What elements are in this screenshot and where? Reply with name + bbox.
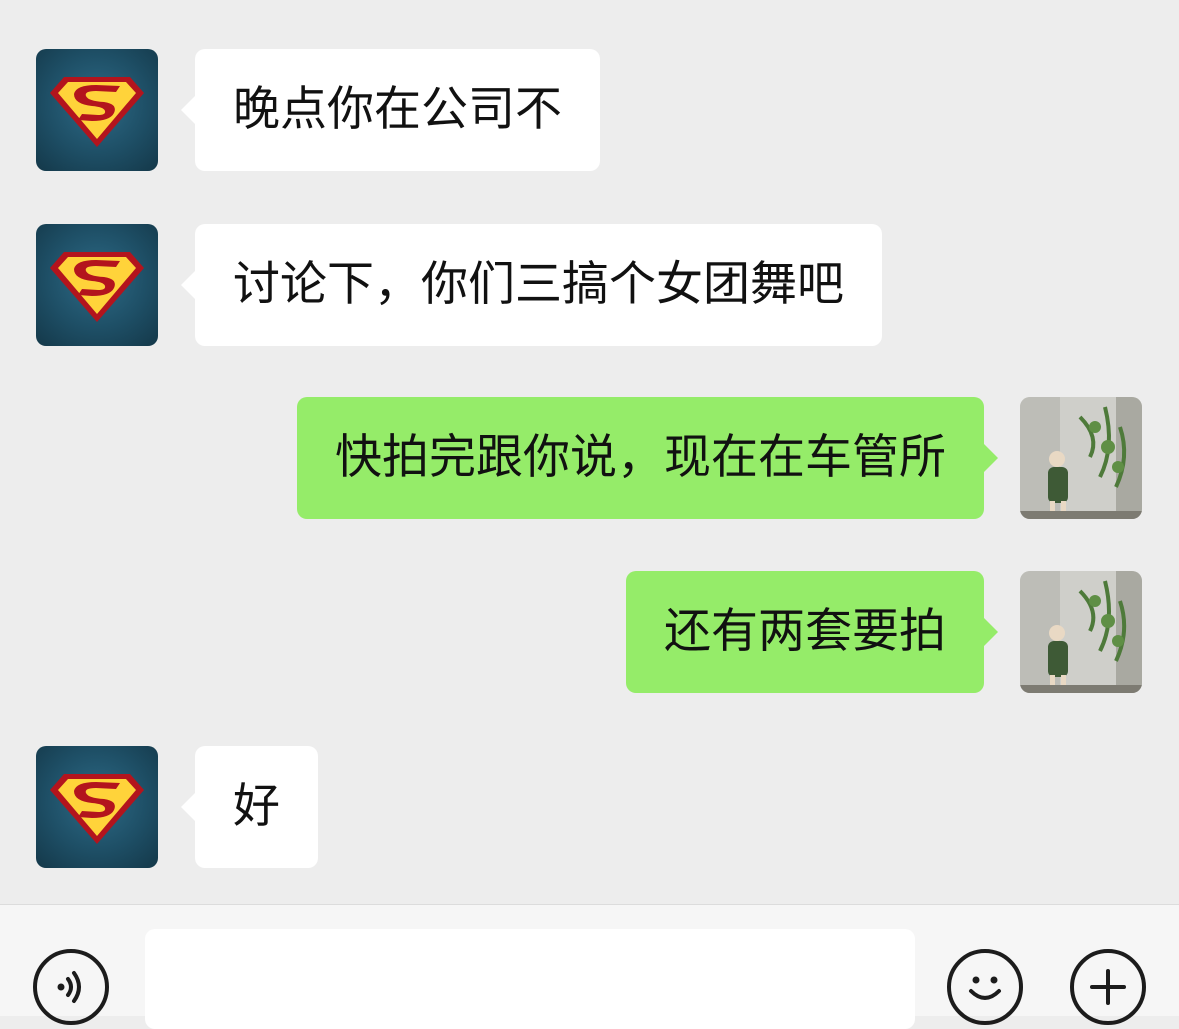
message-bubble[interactable]: 好 xyxy=(181,746,318,868)
superman-logo-avatar[interactable] xyxy=(36,746,158,868)
message-bubble[interactable]: 快拍完跟你说，现在在车管所 xyxy=(297,397,998,519)
message-bubble[interactable]: 讨论下，你们三搞个女团舞吧 xyxy=(181,224,882,346)
message-input[interactable] xyxy=(145,929,915,1029)
voice-icon[interactable] xyxy=(33,949,109,1025)
chat-input-bar xyxy=(0,904,1179,1029)
girl-photo-avatar[interactable] xyxy=(1020,397,1142,519)
message-row-incoming: 晚点你在公司不 xyxy=(0,49,1179,173)
plus-icon[interactable] xyxy=(1070,949,1146,1025)
message-row-outgoing: 还有两套要拍 xyxy=(0,571,1179,695)
message-row-outgoing: 快拍完跟你说，现在在车管所 xyxy=(0,397,1179,521)
message-bubble[interactable]: 晚点你在公司不 xyxy=(181,49,600,171)
superman-logo-avatar[interactable] xyxy=(36,224,158,346)
message-row-incoming: 好 xyxy=(0,746,1179,870)
message-bubble[interactable]: 还有两套要拍 xyxy=(626,571,998,693)
superman-logo-avatar[interactable] xyxy=(36,49,158,171)
chat-message-list[interactable]: 晚点你在公司不 讨论下，你们三搞个女团舞吧 快拍完跟你说，现在在车管所 还有两套… xyxy=(0,0,1179,904)
message-row-incoming: 讨论下，你们三搞个女团舞吧 xyxy=(0,224,1179,348)
emoji-icon[interactable] xyxy=(947,949,1023,1025)
girl-photo-avatar[interactable] xyxy=(1020,571,1142,693)
